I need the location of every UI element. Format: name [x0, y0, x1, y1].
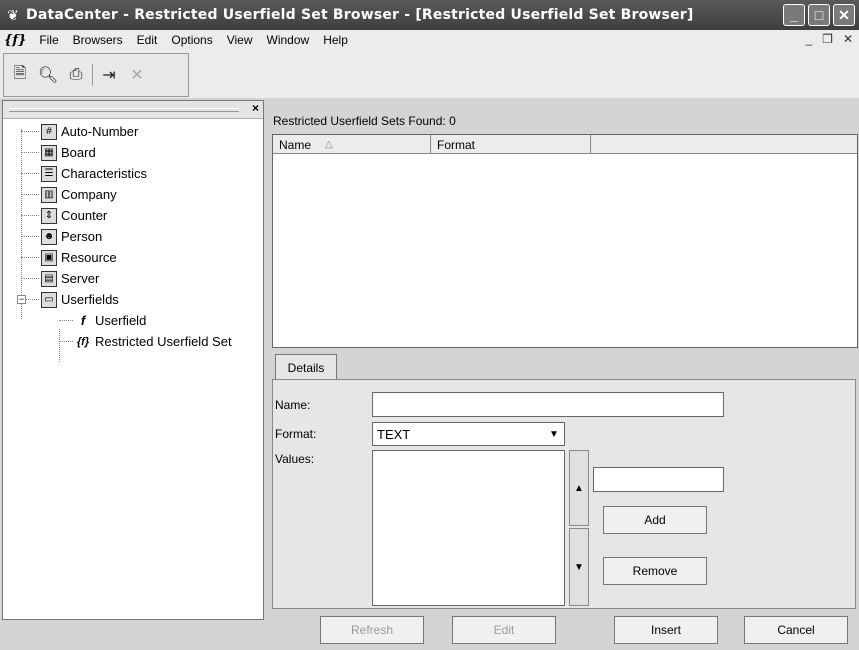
title-bar[interactable]: ❦ DataCenter - Restricted Userfield Set …	[0, 0, 859, 30]
board-icon: ▦	[41, 144, 57, 161]
menu-window[interactable]: Window	[260, 33, 317, 47]
resource-icon: ▣	[41, 249, 57, 266]
auto-number-icon: #	[41, 123, 57, 140]
tree-item-resource[interactable]: ▣ Resource	[3, 247, 263, 268]
toolbar: 🗎 🔍︎ ⎙ ⇥ ✕	[0, 50, 859, 98]
folder-icon: ▭	[41, 291, 57, 308]
insert-button[interactable]: Insert	[614, 616, 718, 644]
column-header-format[interactable]: Format	[431, 135, 591, 154]
app-logo-icon[interactable]: {f}	[4, 33, 26, 48]
column-header-name[interactable]: Name △	[273, 135, 431, 154]
refresh-button[interactable]: Refresh	[320, 616, 424, 644]
tree-item-characteristics[interactable]: ☰ Characteristics	[3, 163, 263, 184]
tree-item-board[interactable]: ▦ Board	[3, 142, 263, 163]
userfield-icon: f	[80, 313, 86, 328]
tree-item-userfields[interactable]: − ▭ Userfields	[3, 289, 263, 310]
datacenter-icon[interactable]: ❦	[4, 6, 22, 24]
add-button[interactable]: Add	[603, 506, 707, 534]
menu-bar: {f} File Browsers Edit Options View Wind…	[0, 30, 859, 50]
panel-header: ×	[3, 101, 263, 119]
minimize-button[interactable]: _	[783, 4, 805, 26]
tree-item-server[interactable]: ▤ Server	[3, 268, 263, 289]
search-icon[interactable]: 🔍︎	[36, 64, 60, 86]
menu-options[interactable]: Options	[164, 33, 219, 47]
move-up-button[interactable]: ▲	[569, 450, 589, 526]
results-count: Restricted Userfield Sets Found: 0	[273, 114, 456, 128]
browser-tree-panel: × # Auto-Number ▦ Board ☰ Characteristic…	[2, 100, 264, 620]
details-panel: Name: Format: TEXT ▼ Values: ▲ ▼ Add Rem…	[272, 379, 856, 609]
menu-view[interactable]: View	[220, 33, 260, 47]
collapse-icon[interactable]: −	[17, 295, 26, 304]
value-entry-field[interactable]	[593, 467, 724, 492]
arrow-down-icon: ▼	[574, 561, 584, 573]
values-list[interactable]	[372, 450, 565, 606]
values-label: Values:	[275, 452, 315, 466]
panel-close-icon[interactable]: ×	[252, 101, 259, 115]
person-icon: ☻	[41, 228, 57, 245]
close-button[interactable]: ✕	[833, 4, 855, 26]
mdi-close-button[interactable]: ✕	[843, 32, 853, 46]
print-icon[interactable]: ⎙	[64, 64, 88, 86]
tree-item-person[interactable]: ☻ Person	[3, 226, 263, 247]
menu-edit[interactable]: Edit	[130, 33, 165, 47]
toolbar-separator	[92, 64, 93, 86]
cancel-button[interactable]: Cancel	[744, 616, 848, 644]
counter-icon: ⇕	[41, 207, 57, 224]
edit-button[interactable]: Edit	[452, 616, 556, 644]
format-select[interactable]: TEXT ▼	[372, 422, 565, 446]
maximize-button[interactable]: □	[808, 4, 830, 26]
menu-help[interactable]: Help	[316, 33, 355, 47]
mdi-restore-button[interactable]: ❐	[822, 32, 833, 46]
tab-details[interactable]: Details	[275, 354, 337, 380]
name-label: Name:	[275, 398, 311, 412]
name-field[interactable]	[372, 392, 724, 417]
mdi-minimize-button[interactable]: _	[805, 32, 812, 46]
list-header: Name △ Format	[273, 135, 857, 154]
menu-file[interactable]: File	[32, 33, 65, 47]
results-list[interactable]: Name △ Format	[272, 134, 858, 348]
insert-icon[interactable]: ⇥	[97, 64, 121, 86]
remove-button[interactable]: Remove	[603, 557, 707, 585]
move-down-button[interactable]: ▼	[569, 528, 589, 606]
new-icon[interactable]: 🗎	[8, 64, 32, 86]
tree-item-restricted-userfield-set[interactable]: {f} Restricted Userfield Set	[3, 331, 263, 352]
chevron-down-icon[interactable]: ▼	[544, 423, 564, 445]
delete-icon[interactable]: ✕	[125, 64, 149, 86]
server-icon: ▤	[41, 270, 57, 287]
characteristics-icon: ☰	[41, 165, 57, 182]
main-panel: Restricted Userfield Sets Found: 0 Name …	[268, 100, 858, 648]
panel-grip[interactable]	[9, 108, 239, 112]
tree-item-counter[interactable]: ⇕ Counter	[3, 205, 263, 226]
action-bar: Refresh Edit Insert Cancel	[268, 610, 858, 648]
menu-browsers[interactable]: Browsers	[66, 33, 130, 47]
company-icon: ▥	[41, 186, 57, 203]
tree-item-auto-number[interactable]: # Auto-Number	[3, 121, 263, 142]
sort-ascending-icon: △	[325, 139, 333, 150]
window-title: DataCenter - Restricted Userfield Set Br…	[26, 7, 694, 23]
tree-view: # Auto-Number ▦ Board ☰ Characteristics …	[3, 119, 263, 362]
arrow-up-icon: ▲	[574, 482, 584, 494]
column-header-empty	[591, 135, 857, 154]
restricted-userfield-set-icon: {f}	[76, 335, 90, 348]
tree-item-userfield[interactable]: f Userfield	[3, 310, 263, 331]
format-label: Format:	[275, 427, 317, 441]
tree-item-company[interactable]: ▥ Company	[3, 184, 263, 205]
